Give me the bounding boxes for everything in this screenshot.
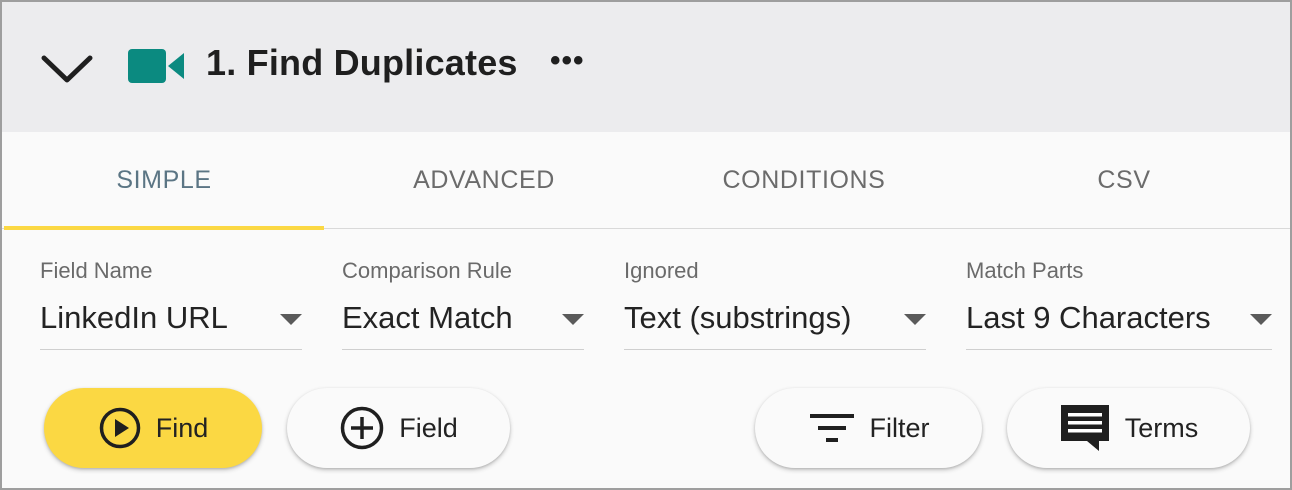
add-circle-icon: [339, 405, 385, 451]
filter-icon: [808, 410, 856, 446]
dropdown-arrow-icon[interactable]: [1250, 314, 1272, 325]
tab-csv[interactable]: CSV: [964, 132, 1284, 229]
tab-label: CSV: [1097, 166, 1151, 194]
field-name-label: Field Name: [40, 258, 153, 283]
tab-label: ADVANCED: [413, 166, 555, 194]
match-parts-label: Match Parts: [966, 258, 1084, 283]
tab-label: SIMPLE: [116, 166, 212, 194]
match-parts-select[interactable]: Match Parts Last 9 Characters: [966, 254, 1272, 350]
tab-bar: SIMPLE ADVANCED CONDITIONS CSV: [2, 132, 1290, 230]
more-options-button[interactable]: •••: [550, 44, 585, 78]
tab-conditions[interactable]: CONDITIONS: [644, 132, 964, 229]
field-name-select[interactable]: Field Name LinkedIn URL: [40, 254, 302, 350]
comparison-rule-label: Comparison Rule: [342, 258, 512, 283]
card-header: 1. Find Duplicates •••: [2, 2, 1290, 132]
tab-advanced[interactable]: ADVANCED: [324, 132, 644, 229]
add-field-button[interactable]: Field: [287, 388, 510, 468]
terms-button[interactable]: Terms: [1007, 388, 1250, 468]
dropdown-arrow-icon[interactable]: [562, 314, 584, 325]
filter-button-label: Filter: [869, 412, 930, 443]
tab-label: CONDITIONS: [722, 166, 886, 194]
comparison-rule-select[interactable]: Comparison Rule Exact Match: [342, 254, 584, 350]
find-button[interactable]: Find: [44, 388, 262, 468]
add-field-button-label: Field: [399, 412, 458, 443]
comparison-rule-value: Exact Match: [342, 300, 513, 335]
play-circle-icon: [98, 406, 142, 450]
dropdown-arrow-icon[interactable]: [280, 314, 302, 325]
ignored-select[interactable]: Ignored Text (substrings): [624, 254, 926, 350]
video-camera-icon: [128, 49, 184, 83]
page-title: 1. Find Duplicates: [206, 42, 518, 83]
find-duplicates-card: 1. Find Duplicates ••• SIMPLE ADVANCED C…: [0, 0, 1292, 490]
filter-button[interactable]: Filter: [755, 388, 982, 468]
field-name-value: LinkedIn URL: [40, 300, 228, 335]
comment-icon: [1059, 403, 1111, 453]
ignored-label: Ignored: [624, 258, 699, 283]
match-parts-value: Last 9 Characters: [966, 300, 1211, 335]
dropdown-arrow-icon[interactable]: [904, 314, 926, 325]
find-button-label: Find: [155, 412, 209, 443]
chevron-down-icon[interactable]: [40, 52, 94, 84]
ignored-value: Text (substrings): [624, 300, 852, 335]
terms-button-label: Terms: [1124, 412, 1199, 443]
tab-simple[interactable]: SIMPLE: [4, 132, 324, 230]
